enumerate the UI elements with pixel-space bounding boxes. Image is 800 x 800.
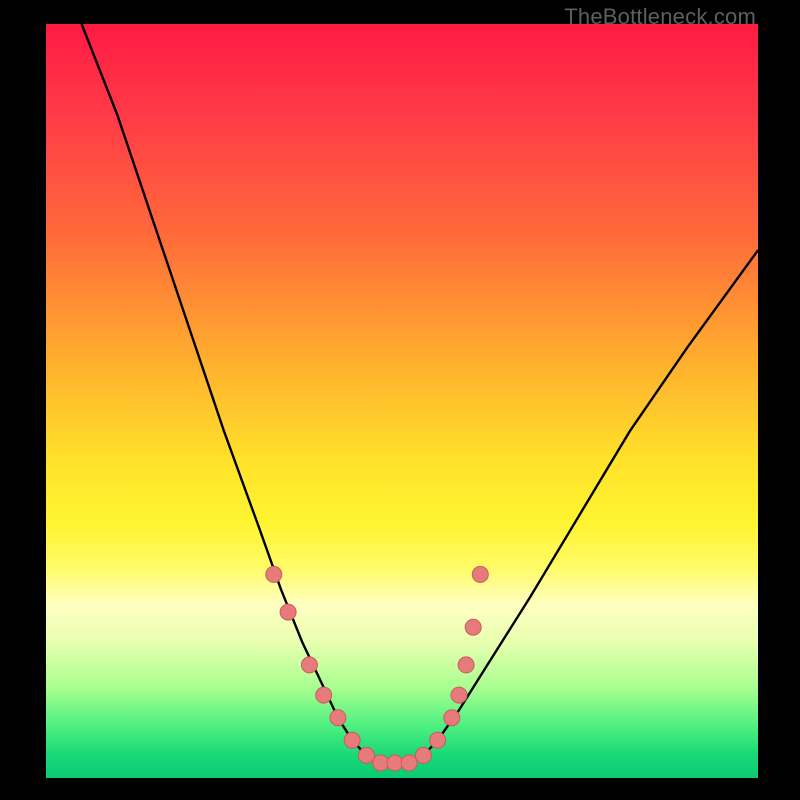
- highlight-marker: [373, 755, 389, 771]
- highlight-marker: [415, 747, 431, 763]
- highlight-marker: [458, 657, 474, 673]
- bottleneck-curve-svg: [46, 24, 758, 778]
- highlight-marker: [330, 710, 346, 726]
- highlight-marker: [451, 687, 467, 703]
- chart-frame: TheBottleneck.com: [0, 0, 800, 800]
- highlight-marker: [316, 687, 332, 703]
- highlight-marker: [444, 710, 460, 726]
- highlight-marker: [401, 755, 417, 771]
- highlight-markers-group: [266, 566, 489, 771]
- highlight-marker: [387, 755, 403, 771]
- plot-area: [46, 24, 758, 778]
- highlight-marker: [472, 566, 488, 582]
- highlight-marker: [430, 732, 446, 748]
- highlight-marker: [266, 566, 282, 582]
- highlight-marker: [465, 619, 481, 635]
- highlight-marker: [280, 604, 296, 620]
- highlight-marker: [358, 747, 374, 763]
- highlight-marker: [344, 732, 360, 748]
- bottleneck-curve-path: [82, 24, 758, 763]
- highlight-marker: [301, 657, 317, 673]
